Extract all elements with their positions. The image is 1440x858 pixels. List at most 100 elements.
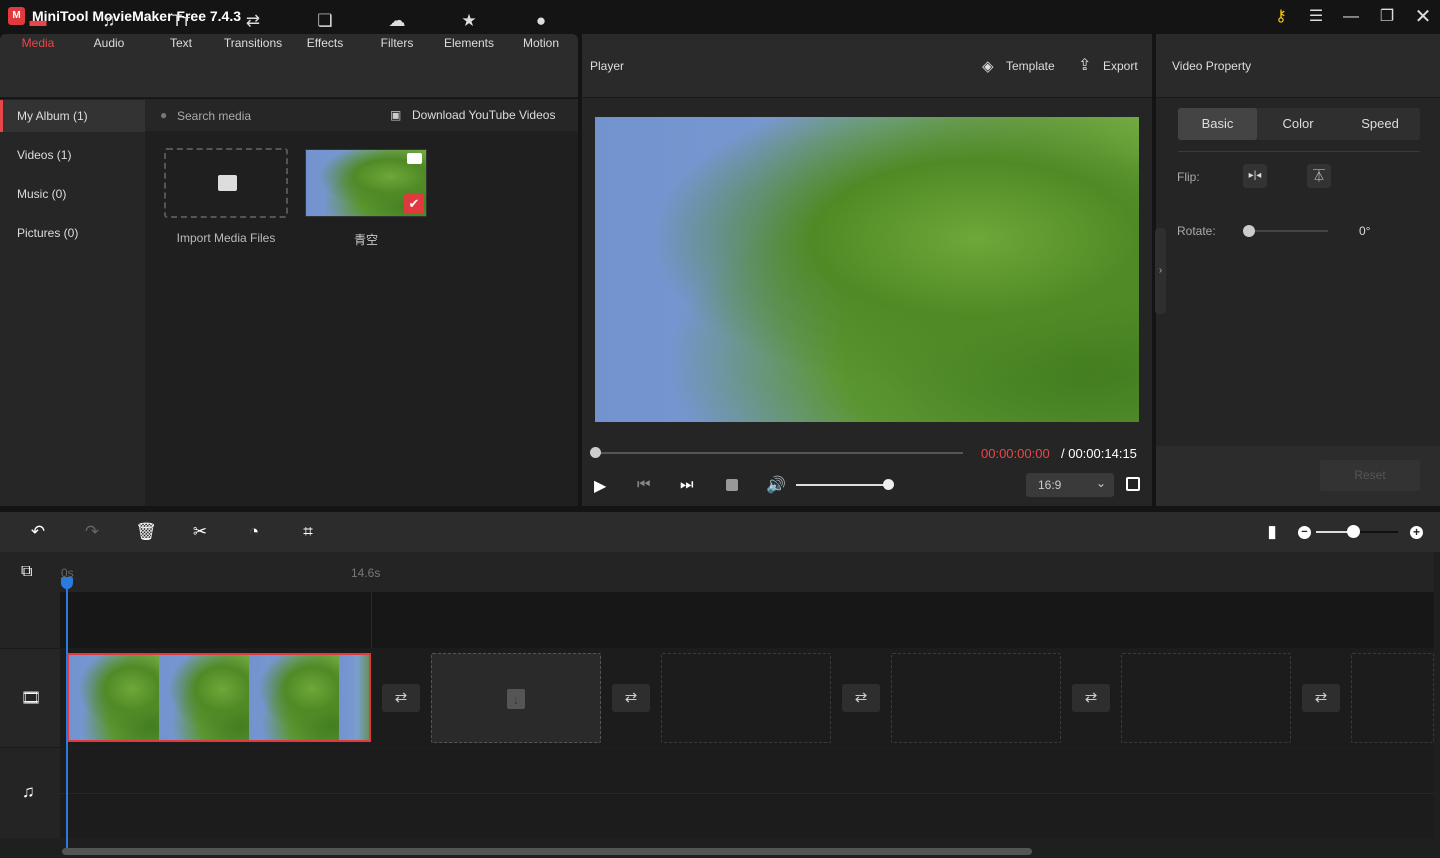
property-panel [1156, 34, 1440, 506]
fullscreen-button[interactable] [1126, 477, 1140, 491]
download-youtube-button[interactable]: Download YouTube Videos [412, 108, 555, 122]
rotate-label: Rotate: [1177, 224, 1216, 238]
flip-horizontal-button[interactable]: ▸|◂ [1243, 164, 1267, 188]
progress-handle[interactable] [590, 447, 601, 458]
horizontal-scrollbar[interactable] [62, 848, 1032, 855]
tab-label: Transitions [223, 36, 283, 50]
empty-slot[interactable] [1121, 653, 1291, 743]
tab-transitions[interactable]: ⇄ Transitions [217, 10, 289, 50]
menu-icon[interactable]: ☰ [1304, 6, 1328, 28]
player-header [582, 34, 1152, 98]
undo-button[interactable]: ↶ [26, 520, 50, 544]
tab-label: Media [21, 36, 55, 50]
video-clip[interactable] [67, 653, 371, 742]
sidebar-item-videos[interactable]: Videos (1) [0, 139, 145, 171]
play-button[interactable]: ▶ [594, 476, 606, 496]
tab-label: Audio [93, 36, 125, 50]
sidebar-item-my-album[interactable]: My Album (1) [0, 100, 145, 132]
flip-vertical-button[interactable]: ⏄ [1307, 164, 1331, 188]
export-icon: ⇪ [1078, 57, 1092, 74]
tab-label: Effects [306, 36, 344, 50]
track-divider [60, 793, 1434, 794]
fit-timeline-button[interactable]: ▮ [1260, 520, 1284, 544]
export-button[interactable]: Export [1103, 59, 1138, 73]
stop-button[interactable] [726, 479, 738, 491]
flip-label: Flip: [1177, 170, 1200, 184]
rotate-slider[interactable] [1248, 230, 1328, 232]
volume-slider[interactable] [796, 484, 888, 486]
transition-slot-button[interactable]: ⇄ [1302, 684, 1340, 712]
tab-audio[interactable]: ♫ Audio [73, 10, 145, 50]
tab-label: Text [169, 36, 192, 50]
transition-slot-button[interactable]: ⇄ [842, 684, 880, 712]
tab-media[interactable]: ▬ Media [2, 10, 74, 50]
import-media-button[interactable] [164, 148, 288, 218]
empty-slot[interactable] [661, 653, 831, 743]
media-clip-thumbnail[interactable]: ✔ [305, 149, 427, 217]
sidebar-item-pictures[interactable]: Pictures (0) [0, 217, 145, 249]
delete-button[interactable]: 🗑 [134, 520, 158, 544]
maximize-button[interactable]: ❐ [1375, 6, 1399, 28]
video-preview [595, 117, 1139, 422]
swap-icon: ⇄ [245, 11, 261, 30]
search-icon: ● [160, 108, 168, 122]
close-button[interactable]: ✕ [1411, 6, 1435, 28]
rotate-handle[interactable] [1243, 225, 1255, 237]
redo-button[interactable]: ↷ [80, 520, 104, 544]
tab-elements[interactable]: ★ Elements [433, 10, 505, 50]
minimize-button[interactable]: — [1339, 6, 1363, 28]
add-track-icon[interactable]: ⧉ [21, 563, 32, 581]
clip-name: 青空 [353, 233, 378, 247]
volume-handle[interactable] [883, 479, 894, 490]
speed-button[interactable]: ◔ [242, 520, 266, 544]
playhead-handle[interactable] [61, 577, 73, 589]
divider [1178, 151, 1420, 152]
reset-button[interactable]: Reset [1320, 460, 1420, 491]
volume-icon[interactable]: 🔊 [766, 475, 786, 495]
tab-basic[interactable]: Basic [1178, 108, 1257, 140]
timeline-toolbar [0, 512, 1440, 552]
zoom-in-button[interactable]: + [1410, 526, 1423, 539]
playback-progress-bar[interactable] [595, 452, 963, 454]
split-button[interactable]: ✂ [188, 520, 212, 544]
tab-filters[interactable]: ☁ Filters [361, 10, 433, 50]
current-time: 00:00:00:00 [981, 446, 1050, 461]
clip-frame [339, 655, 369, 740]
next-frame-button[interactable]: ⏭ [680, 476, 694, 493]
clip-frame [249, 655, 339, 740]
transition-slot-button[interactable]: ⇄ [612, 684, 650, 712]
clip-end-line [371, 592, 372, 648]
tab-text[interactable]: Tт Text [145, 10, 217, 50]
empty-slot[interactable] [891, 653, 1061, 743]
previous-frame-button[interactable]: ⏮ [637, 476, 651, 493]
youtube-icon: ▣ [390, 108, 402, 122]
tab-color[interactable]: Color [1258, 108, 1338, 140]
tab-speed[interactable]: Speed [1340, 108, 1420, 140]
transition-slot-button[interactable]: ⇄ [382, 684, 420, 712]
template-button[interactable]: Template [1006, 59, 1055, 73]
zoom-out-button[interactable]: − [1298, 526, 1311, 539]
text-icon: Tт [171, 11, 191, 30]
player-title: Player [590, 59, 625, 73]
zoom-handle[interactable] [1346, 525, 1360, 538]
search-input[interactable]: Search media [177, 109, 251, 123]
transition-slot-button[interactable]: ⇄ [1072, 684, 1110, 712]
clip-frame [159, 655, 249, 740]
tab-motion[interactable]: ● Motion [505, 10, 577, 50]
empty-slot[interactable] [1351, 653, 1434, 743]
key-icon[interactable]: ⚷ [1269, 6, 1293, 28]
crop-button[interactable]: ⌗ [296, 520, 320, 544]
drop-slot[interactable]: ↓ [431, 653, 601, 743]
film-icon: 🎞 [21, 690, 42, 707]
collapse-panel-button[interactable]: › [1155, 228, 1166, 314]
import-label: Import Media Files [176, 231, 276, 245]
tab-label: Filters [380, 36, 414, 50]
sidebar-item-music[interactable]: Music (0) [0, 178, 145, 210]
total-time: / 00:00:14:15 [1061, 446, 1137, 461]
tab-effects[interactable]: ❏ Effects [289, 10, 361, 50]
clip-frame [69, 655, 159, 740]
aspect-ratio-select[interactable]: 16:9 ⌄ [1026, 473, 1114, 497]
import-icon: ↓ [507, 689, 525, 709]
ruler-mark: 14.6s [351, 566, 381, 580]
overlay-track [60, 592, 1434, 648]
